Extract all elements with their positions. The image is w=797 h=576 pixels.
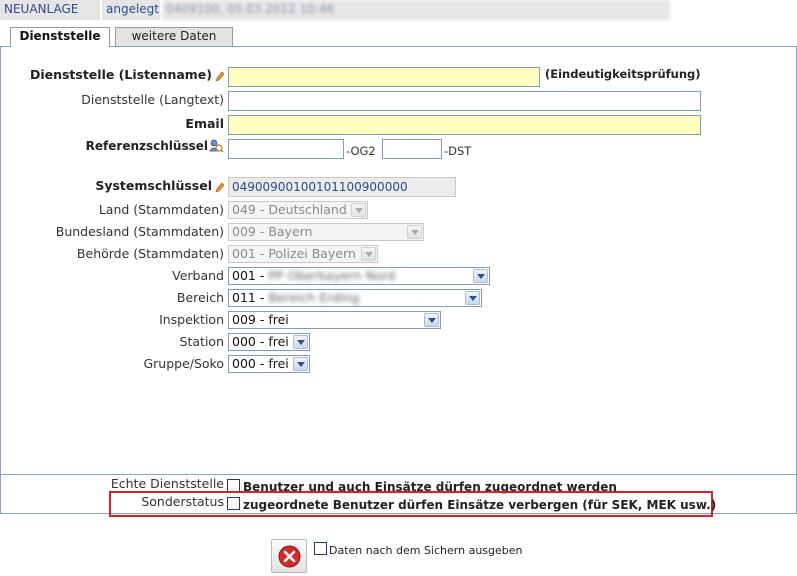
bundesland-select: 009 - Bayern (228, 223, 424, 241)
bereich-prefix: 011 - (232, 290, 265, 305)
ref-og2-input[interactable] (228, 139, 344, 159)
sonderstatus-text: zugeordnete Benutzer dürfen Einsätze ver… (243, 498, 717, 512)
systemkey-label: Systemschlüssel (95, 178, 212, 193)
chevron-down-icon[interactable] (293, 357, 308, 371)
bereich-label: Bereich (176, 290, 224, 305)
chevron-down-icon[interactable] (293, 335, 308, 349)
pencil-icon (215, 71, 225, 82)
cancel-button[interactable] (271, 539, 307, 573)
ref-dst-suffix: -DST (444, 144, 472, 158)
langtext-label: Dienststelle (Langtext) (81, 92, 224, 107)
chevron-down-icon[interactable] (473, 269, 488, 283)
systemkey-input (228, 177, 456, 197)
email-label: Email (185, 116, 224, 131)
langtext-input[interactable] (228, 91, 701, 111)
behoerde-value: 001 - Polizei Bayern (232, 246, 356, 261)
echte-dienststelle-label: Echte Dienststelle (110, 476, 224, 491)
record-info-redacted: 0409100, 05.03.2012 10:46 (162, 0, 670, 20)
verband-redacted: PP Oberbayern Nord (268, 268, 396, 283)
station-select[interactable]: 000 - frei (228, 333, 310, 351)
form-section-main (1, 47, 796, 475)
verband-prefix: 001 - (232, 268, 265, 283)
behoerde-select: 001 - Polizei Bayern (228, 245, 378, 263)
print-after-save-label: Daten nach dem Sichern ausgeben (329, 544, 523, 557)
chevron-down-icon[interactable] (465, 291, 480, 305)
chevron-down-icon (407, 225, 422, 239)
bundesland-label: Bundesland (Stammdaten) (55, 224, 224, 239)
tab-weitere-daten[interactable]: weitere Daten (115, 27, 233, 46)
ref-og2-suffix: -OG2 (346, 144, 376, 158)
ref-dst-input[interactable] (382, 139, 442, 159)
search-user-icon[interactable] (209, 139, 224, 153)
bereich-redacted: Bereich Erding (268, 290, 360, 305)
land-label: Land (Stammdaten) (98, 202, 224, 217)
status-bar: NEUANLAGE angelegt 0409100, 05.03.2012 1… (0, 0, 670, 20)
chevron-down-icon (351, 203, 366, 217)
tab-dienststelle[interactable]: Dienststelle (10, 27, 110, 47)
station-label: Station (179, 334, 224, 349)
bundesland-value: 009 - Bayern (232, 224, 313, 239)
sonderstatus-checkbox[interactable] (227, 497, 240, 510)
ref-label: Referenzschlüssel (85, 139, 208, 153)
uniqueness-hint: (Eindeutigkeitsprüfung) (545, 67, 701, 81)
land-value: 049 - Deutschland (232, 202, 347, 217)
inspektion-select[interactable]: 009 - frei (228, 311, 441, 329)
land-select: 049 - Deutschland (228, 201, 368, 219)
listenname-input[interactable] (228, 67, 540, 87)
inspektion-value: 009 - frei (232, 312, 289, 327)
pencil-icon (215, 182, 225, 193)
gruppe-value: 000 - frei (232, 356, 289, 371)
inspektion-label: Inspektion (159, 312, 224, 327)
chevron-down-icon (361, 247, 376, 261)
gruppe-label: Gruppe/Soko (143, 356, 224, 371)
verband-label: Verband (172, 268, 224, 283)
record-state: NEUANLAGE (0, 0, 100, 20)
behoerde-label: Behörde (Stammdaten) (76, 246, 224, 261)
close-circle-icon (278, 545, 301, 568)
bereich-select[interactable]: 011 - Bereich Erding (228, 289, 482, 307)
sonderstatus-label: Sonderstatus (141, 494, 224, 509)
gruppe-select[interactable]: 000 - frei (228, 355, 310, 373)
listenname-label: Dienststelle (Listenname) (29, 67, 212, 82)
record-state-value: angelegt (102, 0, 160, 20)
station-value: 000 - frei (232, 334, 289, 349)
print-after-save-checkbox[interactable] (314, 542, 327, 555)
email-input[interactable] (228, 115, 701, 135)
verband-select[interactable]: 001 - PP Oberbayern Nord (228, 267, 490, 285)
chevron-down-icon[interactable] (424, 313, 439, 327)
